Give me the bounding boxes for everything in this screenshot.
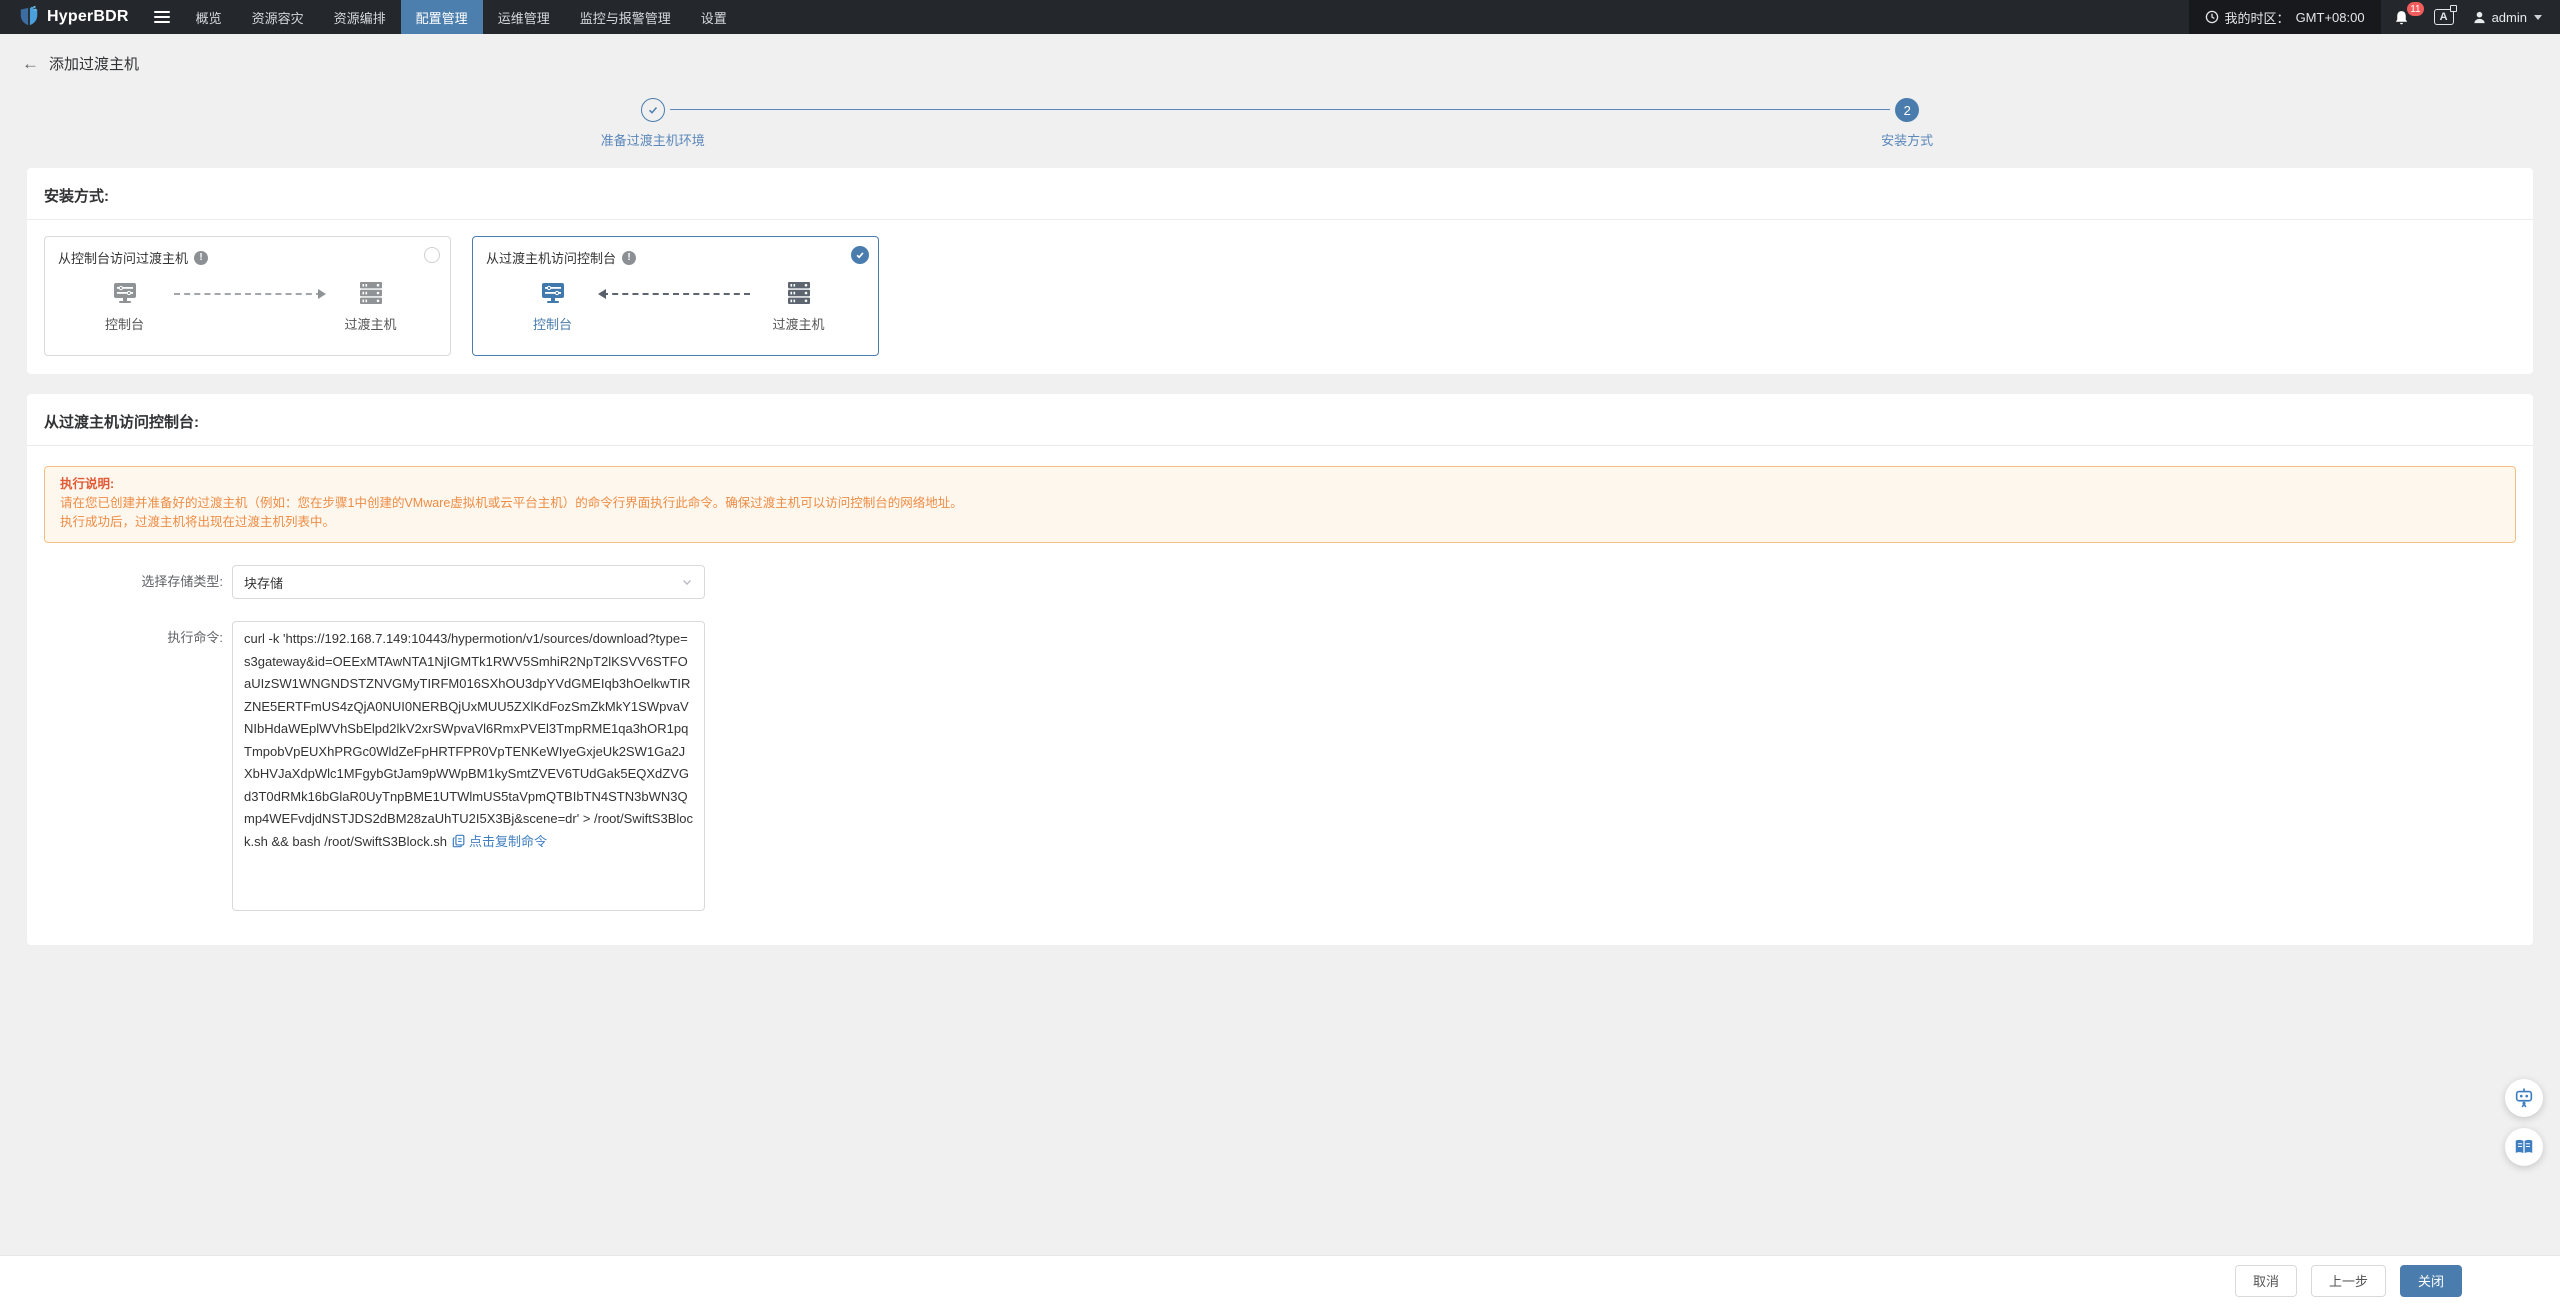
language-switch-button[interactable]: A	[2424, 0, 2464, 34]
close-button[interactable]: 关闭	[2399, 1264, 2462, 1297]
storage-type-select[interactable]: 块存储	[232, 565, 705, 599]
nav-item-ops-mgmt[interactable]: 运维管理	[483, 0, 565, 34]
config-section-heading: 从过渡主机访问控制台:	[27, 394, 2533, 446]
notifications-button[interactable]: 11	[2381, 0, 2424, 34]
timezone-label: 我的时区：	[2224, 10, 2290, 26]
console-label: 控制台	[104, 317, 144, 332]
page-title: 添加过渡主机	[49, 55, 140, 73]
radio-unselected-icon[interactable]	[424, 247, 440, 263]
step-2-install-method: 2 安装方式	[1797, 98, 2017, 149]
menu-toggle-icon[interactable]	[143, 0, 181, 34]
wizard-footer: 取消 上一步 关闭	[0, 1255, 2560, 1305]
timezone-value: GMT+08:00	[2295, 9, 2365, 25]
nav-item-monitor-alert[interactable]: 监控与报警管理	[565, 0, 686, 34]
step-done-check-icon	[640, 98, 665, 122]
storage-type-label: 选择存储类型:	[141, 574, 223, 589]
language-icon: A	[2433, 5, 2457, 25]
install-method-panel: 安装方式: 从控制台访问过渡主机 ! 控制台 过渡主机 从过渡主机访问控制台 !…	[27, 168, 2533, 374]
username: admin	[2491, 9, 2527, 25]
step-2-number: 2	[1895, 98, 1920, 122]
nav-item-settings[interactable]: 设置	[686, 0, 742, 34]
execution-notice: 执行说明: 请在您已创建并准备好的过渡主机（例如：您在步骤1中创建的VMware…	[44, 466, 2516, 543]
step-connector-line	[669, 109, 1891, 110]
open-book-icon	[2515, 1139, 2533, 1154]
option-card-host-to-console[interactable]: 从过渡主机访问控制台 ! 控制台 过渡主机	[472, 236, 879, 356]
install-method-heading: 安装方式:	[27, 168, 2533, 220]
console-icon	[113, 283, 136, 303]
console-icon	[541, 283, 564, 303]
nav-item-resource-dr[interactable]: 资源容灾	[237, 0, 319, 34]
caret-down-icon	[2534, 14, 2542, 20]
step-1-label: 准备过渡主机环境	[600, 133, 705, 148]
storage-type-value: 块存储	[244, 575, 284, 591]
page-header: ← 添加过渡主机	[0, 42, 2560, 84]
command-label: 执行命令:	[167, 630, 223, 645]
clock-icon	[2205, 10, 2218, 24]
step-2-label: 安装方式	[1881, 133, 1934, 148]
command-box[interactable]: curl -k 'https://192.168.7.149:10443/hyp…	[232, 621, 705, 911]
option-card-console-to-host[interactable]: 从控制台访问过渡主机 ! 控制台 过渡主机	[44, 236, 451, 356]
notice-line-1: 请在您已创建并准备好的过渡主机（例如：您在步骤1中创建的VMware虚拟机或云平…	[60, 496, 963, 510]
step-1-prepare-host: 准备过渡主机环境	[543, 98, 763, 149]
transit-host-icon	[787, 282, 810, 304]
option-1-diagram: 控制台 过渡主机	[58, 279, 437, 333]
user-icon	[2473, 11, 2485, 23]
info-icon[interactable]: !	[622, 250, 637, 265]
timezone-display[interactable]: 我的时区： GMT+08:00	[2188, 0, 2381, 34]
option-2-title: 从过渡主机访问控制台	[486, 251, 617, 266]
nav-item-config-mgmt[interactable]: 配置管理	[400, 0, 483, 34]
cancel-button[interactable]: 取消	[2234, 1264, 2297, 1297]
copy-command-link[interactable]: 点击复制命令	[469, 834, 547, 849]
console-label: 控制台	[532, 317, 572, 332]
brand-name: HyperBDR	[47, 8, 129, 25]
copy-icon[interactable]	[452, 834, 466, 848]
info-icon[interactable]: !	[194, 250, 209, 265]
selected-check-icon	[851, 246, 869, 264]
host-to-console-panel: 从过渡主机访问控制台: 执行说明: 请在您已创建并准备好的过渡主机（例如：您在步…	[27, 394, 2533, 945]
chevron-down-icon	[683, 580, 691, 585]
main-nav: 概览 资源容灾 资源编排 配置管理 运维管理 监控与报警管理 设置	[181, 0, 742, 34]
back-button[interactable]: ←	[22, 55, 39, 72]
nav-item-overview[interactable]: 概览	[181, 0, 237, 34]
option-1-title: 从控制台访问过渡主机	[58, 251, 189, 266]
robot-assistant-icon	[2515, 1088, 2533, 1108]
transit-host-icon	[359, 282, 382, 304]
ai-assistant-button[interactable]	[2505, 1079, 2543, 1117]
transit-host-label: 过渡主机	[772, 317, 825, 332]
user-menu[interactable]: admin	[2464, 0, 2560, 34]
dashed-arrow-left-icon	[597, 289, 750, 299]
option-2-diagram: 控制台 过渡主机	[486, 279, 865, 333]
transit-host-label: 过渡主机	[344, 317, 397, 332]
notice-line-2: 执行成功后，过渡主机将出现在过渡主机列表中。	[60, 515, 336, 529]
command-text: curl -k 'https://192.168.7.149:10443/hyp…	[244, 631, 694, 849]
notice-title: 执行说明:	[60, 477, 115, 491]
app-logo: HyperBDR	[0, 0, 143, 34]
dashed-arrow-right-icon	[173, 289, 326, 299]
topbar-right: 我的时区： GMT+08:00 11 A admin	[2188, 0, 2560, 34]
notification-badge: 11	[2407, 2, 2424, 16]
wizard-stepper: 准备过渡主机环境 2 安装方式	[0, 84, 2560, 168]
previous-step-button[interactable]: 上一步	[2310, 1264, 2386, 1297]
brand-shield-icon	[20, 6, 38, 26]
nav-item-orchestration[interactable]: 资源编排	[319, 0, 401, 34]
documentation-button[interactable]	[2505, 1128, 2543, 1166]
top-navigation-bar: HyperBDR 概览 资源容灾 资源编排 配置管理 运维管理 监控与报警管理 …	[0, 0, 2560, 34]
